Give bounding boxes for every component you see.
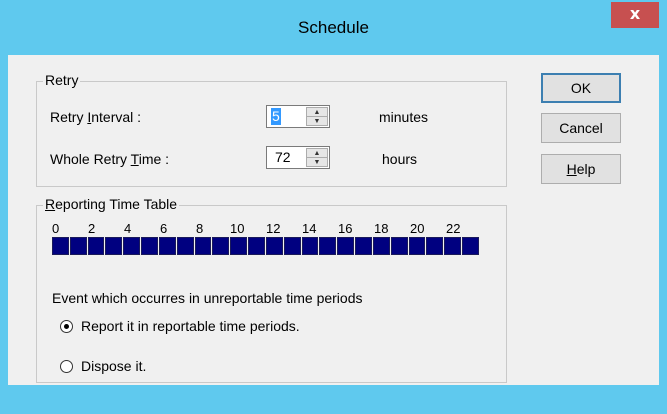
whole-retry-time-spinner[interactable]: 72 ▲ ▼	[266, 146, 330, 169]
time-slot-10[interactable]	[230, 237, 248, 255]
time-slot-15[interactable]	[319, 237, 337, 255]
retry-group-label: Retry	[43, 72, 81, 88]
title-bar[interactable]: Schedule x	[0, 0, 667, 55]
retry-interval-spinner[interactable]: 5 ▲ ▼	[266, 105, 330, 128]
time-slot-22[interactable]	[444, 237, 462, 255]
time-slot-5[interactable]	[141, 237, 158, 255]
hour-label: 16	[338, 221, 353, 236]
dialog-title: Schedule	[298, 18, 369, 37]
time-slot-6[interactable]	[158, 237, 176, 255]
hour-label: 0	[52, 221, 60, 236]
hour-label: 2	[88, 221, 96, 236]
ok-button[interactable]: OK	[541, 73, 621, 103]
time-slot-19[interactable]	[390, 237, 408, 255]
spin-down-icon[interactable]: ▼	[306, 117, 328, 126]
retry-interval-label: Retry Interval :	[50, 109, 142, 125]
hour-label: 18	[374, 221, 389, 236]
whole-retry-time-input[interactable]: 72	[274, 149, 292, 166]
schedule-dialog: Schedule x Retry Retry Interval : 5 ▲ ▼ …	[0, 0, 667, 414]
time-slot-23[interactable]	[462, 237, 479, 255]
spin-up-icon[interactable]: ▲	[306, 148, 328, 158]
retry-interval-unit: minutes	[379, 109, 429, 125]
time-slot-1[interactable]	[69, 237, 87, 255]
event-description: Event which occurres in unreportable tim…	[52, 290, 363, 306]
time-slot-grid[interactable]	[52, 237, 480, 257]
time-slot-11[interactable]	[248, 237, 265, 255]
time-slot-3[interactable]	[105, 237, 123, 255]
spin-down-icon[interactable]: ▼	[306, 158, 328, 167]
time-slot-2[interactable]	[87, 237, 105, 255]
time-slot-16[interactable]	[337, 237, 355, 255]
report-option-radio[interactable]	[60, 320, 73, 333]
time-slot-8[interactable]	[194, 237, 212, 255]
spin-up-icon[interactable]: ▲	[306, 107, 328, 117]
hour-label: 8	[196, 221, 204, 236]
cancel-button[interactable]: Cancel	[541, 113, 621, 143]
time-slot-4[interactable]	[123, 237, 141, 255]
hour-label: 4	[124, 221, 132, 236]
time-slot-14[interactable]	[301, 237, 319, 255]
close-button[interactable]: x	[611, 2, 659, 28]
hour-label: 22	[446, 221, 461, 236]
time-slot-9[interactable]	[212, 237, 230, 255]
hour-label: 14	[302, 221, 317, 236]
whole-retry-time-unit: hours	[382, 151, 418, 167]
time-slot-7[interactable]	[176, 237, 194, 255]
hour-label: 20	[410, 221, 425, 236]
time-slot-0[interactable]	[52, 237, 69, 255]
report-option-label[interactable]: Report it in reportable time periods.	[81, 318, 300, 334]
dispose-option-radio[interactable]	[60, 360, 73, 373]
time-slot-13[interactable]	[283, 237, 301, 255]
retry-group: Retry	[36, 72, 507, 187]
hour-label: 12	[266, 221, 281, 236]
time-slot-20[interactable]	[408, 237, 426, 255]
hour-scale: 0 2 4 6 8 10 12 14 16 18 20 22	[52, 221, 492, 236]
retry-interval-input[interactable]: 5	[271, 108, 281, 125]
window-bottom-border	[0, 385, 667, 414]
time-slot-17[interactable]	[355, 237, 372, 255]
help-button[interactable]: Help	[541, 154, 621, 184]
dialog-body: Retry Retry Interval : 5 ▲ ▼ minutes Who…	[8, 55, 659, 385]
time-slot-18[interactable]	[372, 237, 390, 255]
dispose-option-label[interactable]: Dispose it.	[81, 358, 146, 374]
time-slot-21[interactable]	[426, 237, 444, 255]
hour-label: 10	[230, 221, 245, 236]
time-slot-12[interactable]	[265, 237, 283, 255]
whole-retry-time-label: Whole Retry Time :	[50, 151, 170, 167]
retry-interval-arrows[interactable]: ▲ ▼	[306, 107, 328, 126]
hour-label: 6	[160, 221, 168, 236]
reporting-group-label: Reporting Time Table	[43, 196, 180, 212]
whole-retry-time-arrows[interactable]: ▲ ▼	[306, 148, 328, 167]
